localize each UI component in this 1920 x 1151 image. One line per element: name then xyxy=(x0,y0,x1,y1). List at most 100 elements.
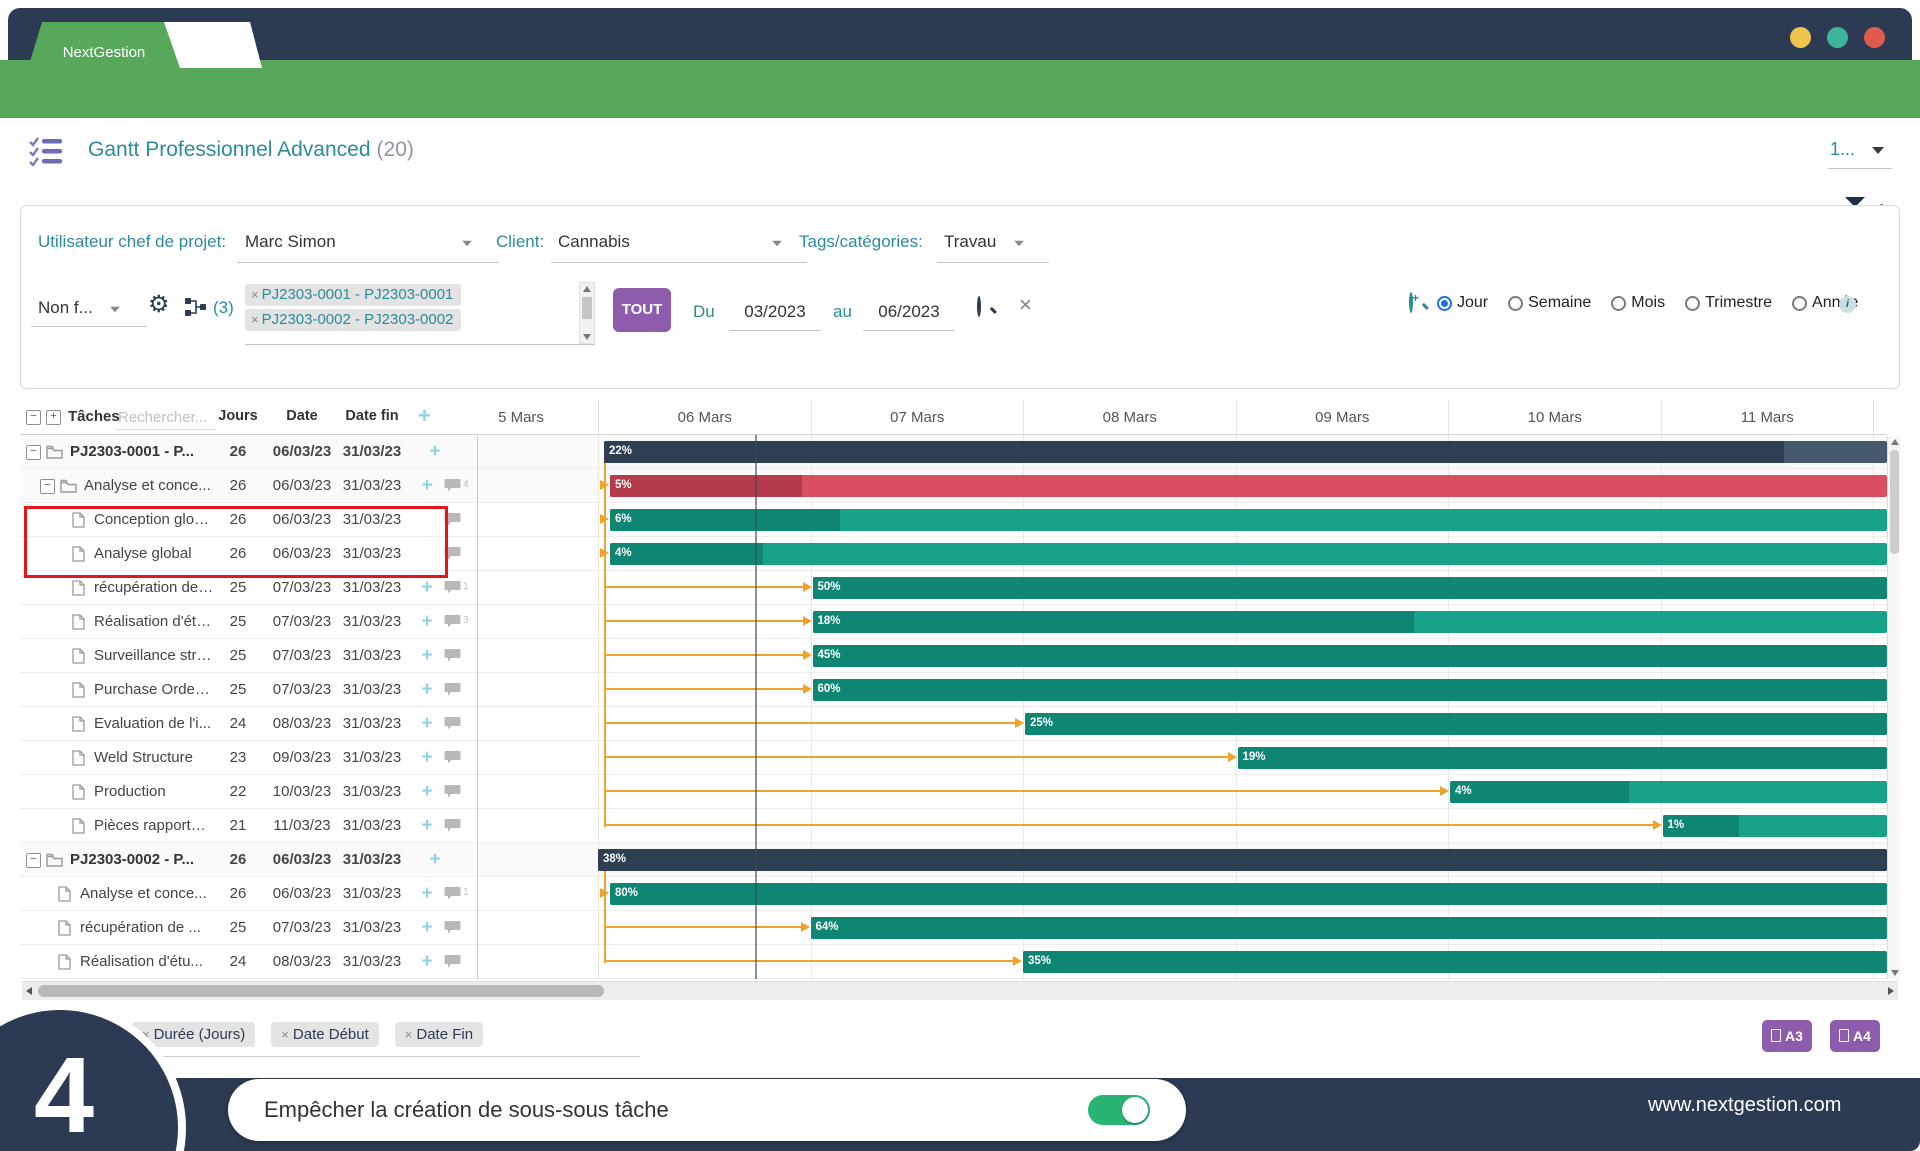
user-filter-value[interactable]: Marc Simon xyxy=(245,232,336,252)
table-row[interactable]: Surveillance stru...2507/03/2331/03/23+ xyxy=(20,639,477,673)
tags-filter-value[interactable]: Travau xyxy=(944,232,996,252)
tag-list-scrollbar[interactable] xyxy=(579,282,595,344)
scale-option-jour[interactable]: Jour xyxy=(1437,294,1488,312)
zoom-in-icon[interactable] xyxy=(1409,292,1413,313)
gantt-bar[interactable]: 4% xyxy=(610,543,1887,565)
prevent-subsubtask-toggle[interactable] xyxy=(1088,1095,1150,1125)
comment-icon[interactable] xyxy=(444,886,461,905)
table-row[interactable]: Réalisation d'étu...2507/03/2331/03/23+3 xyxy=(20,605,477,639)
restore-button[interactable] xyxy=(1827,27,1848,48)
gantt-bar[interactable]: 25% xyxy=(1025,713,1887,735)
scale-option-trimestre[interactable]: Trimestre xyxy=(1685,294,1772,312)
collapse-row-icon[interactable]: − xyxy=(40,479,55,494)
radio-icon[interactable] xyxy=(1792,296,1807,311)
add-subtask-icon[interactable]: + xyxy=(416,673,438,706)
search-icon[interactable] xyxy=(977,296,981,317)
comment-icon[interactable] xyxy=(444,580,461,599)
collapse-row-icon[interactable]: − xyxy=(26,853,41,868)
radio-icon[interactable] xyxy=(1437,296,1452,311)
radio-icon[interactable] xyxy=(1685,296,1700,311)
export-a4-button[interactable]: A4 xyxy=(1830,1020,1880,1052)
clear-icon[interactable]: × xyxy=(1019,292,1032,318)
gantt-bar[interactable]: 19% xyxy=(1238,747,1888,769)
chevron-down-icon[interactable] xyxy=(1014,241,1024,247)
scale-option-semaine[interactable]: Semaine xyxy=(1508,294,1591,312)
nav-item-placeholder[interactable] xyxy=(605,146,712,160)
nav-item-placeholder[interactable] xyxy=(465,146,572,160)
chevron-down-icon[interactable] xyxy=(110,307,120,313)
minimize-button[interactable] xyxy=(1790,27,1811,48)
gantt-vertical-scrollbar[interactable] xyxy=(1887,436,1900,979)
comment-icon[interactable] xyxy=(444,750,461,769)
add-task-icon[interactable]: + xyxy=(418,403,431,429)
add-subtask-icon[interactable]: + xyxy=(416,605,438,638)
status-filter-value[interactable]: Non f... xyxy=(38,298,93,318)
table-row[interactable]: Production2210/03/2331/03/23+ xyxy=(20,775,477,809)
gantt-bar[interactable]: 60% xyxy=(813,679,1888,701)
table-row[interactable]: −PJ2303-0002 - P...2606/03/2331/03/23+ xyxy=(20,843,477,877)
gantt-bar[interactable]: 50% xyxy=(813,577,1888,599)
scale-option-mois[interactable]: Mois xyxy=(1611,294,1665,312)
remove-tag-icon[interactable]: × xyxy=(251,287,259,302)
period-from-value[interactable]: 03/2023 xyxy=(733,302,817,322)
table-row[interactable]: Purchase Order f...2507/03/2331/03/23+ xyxy=(20,673,477,707)
gantt-bar[interactable]: 4% xyxy=(1450,781,1887,803)
close-button[interactable] xyxy=(1864,27,1885,48)
table-row[interactable]: Evaluation de l'i...2408/03/2331/03/23+ xyxy=(20,707,477,741)
gantt-bar[interactable]: 35% xyxy=(1023,951,1887,973)
table-row[interactable]: Réalisation d'étu...2408/03/2331/03/23+ xyxy=(20,945,477,979)
add-subtask-icon[interactable]: + xyxy=(416,877,438,910)
add-subtask-icon[interactable]: + xyxy=(416,809,438,842)
add-subtask-icon[interactable]: + xyxy=(424,435,446,468)
nav-item-placeholder[interactable] xyxy=(886,146,993,160)
comment-icon[interactable] xyxy=(444,716,461,735)
table-row[interactable]: −Analyse et conce...2606/03/2331/03/23+4 xyxy=(20,469,477,503)
period-to-value[interactable]: 06/2023 xyxy=(867,302,951,322)
gantt-bar[interactable]: 22% xyxy=(604,441,1887,463)
comment-icon[interactable] xyxy=(444,682,461,701)
add-subtask-icon[interactable]: + xyxy=(416,469,438,502)
all-button[interactable]: TOUT xyxy=(613,288,671,332)
hierarchy-icon[interactable] xyxy=(185,298,207,321)
comment-icon[interactable] xyxy=(444,920,461,939)
add-subtask-icon[interactable]: + xyxy=(416,945,438,978)
add-subtask-icon[interactable]: + xyxy=(416,741,438,774)
gantt-bar[interactable]: 80% xyxy=(610,883,1887,905)
add-subtask-icon[interactable]: + xyxy=(416,911,438,944)
chevron-down-icon[interactable] xyxy=(772,241,782,247)
export-a3-button[interactable]: A3 xyxy=(1762,1020,1812,1052)
search-input[interactable]: Rechercher... xyxy=(118,409,207,426)
remove-field-icon[interactable]: × xyxy=(405,1027,413,1042)
field-pill[interactable]: ×Date Début xyxy=(271,1022,378,1047)
table-row[interactable]: récupération de ...2507/03/2331/03/23+ xyxy=(20,911,477,945)
remove-field-icon[interactable]: × xyxy=(281,1027,289,1042)
radio-icon[interactable] xyxy=(1611,296,1626,311)
gantt-bar[interactable]: 1% xyxy=(1663,815,1888,837)
field-pill[interactable]: ×Date Fin xyxy=(395,1022,483,1047)
comment-icon[interactable] xyxy=(444,648,461,667)
comment-icon[interactable] xyxy=(444,614,461,633)
table-row[interactable]: Pièces rapportées2111/03/2331/03/23+ xyxy=(20,809,477,843)
gear-icon[interactable]: ⚙ xyxy=(148,290,170,319)
page-size-select[interactable]: 1... xyxy=(1830,139,1855,160)
add-subtask-icon[interactable]: + xyxy=(416,707,438,740)
gantt-bar[interactable]: 18% xyxy=(813,611,1888,633)
add-subtask-icon[interactable]: + xyxy=(416,775,438,808)
expand-all-icon[interactable]: + xyxy=(46,410,61,425)
horizontal-scrollbar[interactable] xyxy=(22,981,1898,1000)
collapse-all-icon[interactable]: − xyxy=(26,410,41,425)
remove-tag-icon[interactable]: × xyxy=(251,312,259,327)
client-filter-value[interactable]: Cannabis xyxy=(558,232,630,252)
add-subtask-icon[interactable]: + xyxy=(416,639,438,672)
gantt-bar[interactable]: 45% xyxy=(813,645,1888,667)
horizontal-scrollbar-thumb[interactable] xyxy=(38,985,604,997)
comment-icon[interactable] xyxy=(444,954,461,973)
table-row[interactable]: −PJ2303-0001 - P...2606/03/2331/03/23+ xyxy=(20,435,477,469)
table-row[interactable]: Analyse et conce...2606/03/2331/03/23+1 xyxy=(20,877,477,911)
project-tag[interactable]: ×PJ2303-0002 - PJ2303-0002 xyxy=(245,309,461,331)
comment-icon[interactable] xyxy=(444,818,461,837)
gantt-bar[interactable]: 38% xyxy=(598,849,1887,871)
radio-icon[interactable] xyxy=(1508,296,1523,311)
chevron-down-icon[interactable] xyxy=(462,241,472,247)
gantt-bar[interactable]: 64% xyxy=(811,917,1888,939)
